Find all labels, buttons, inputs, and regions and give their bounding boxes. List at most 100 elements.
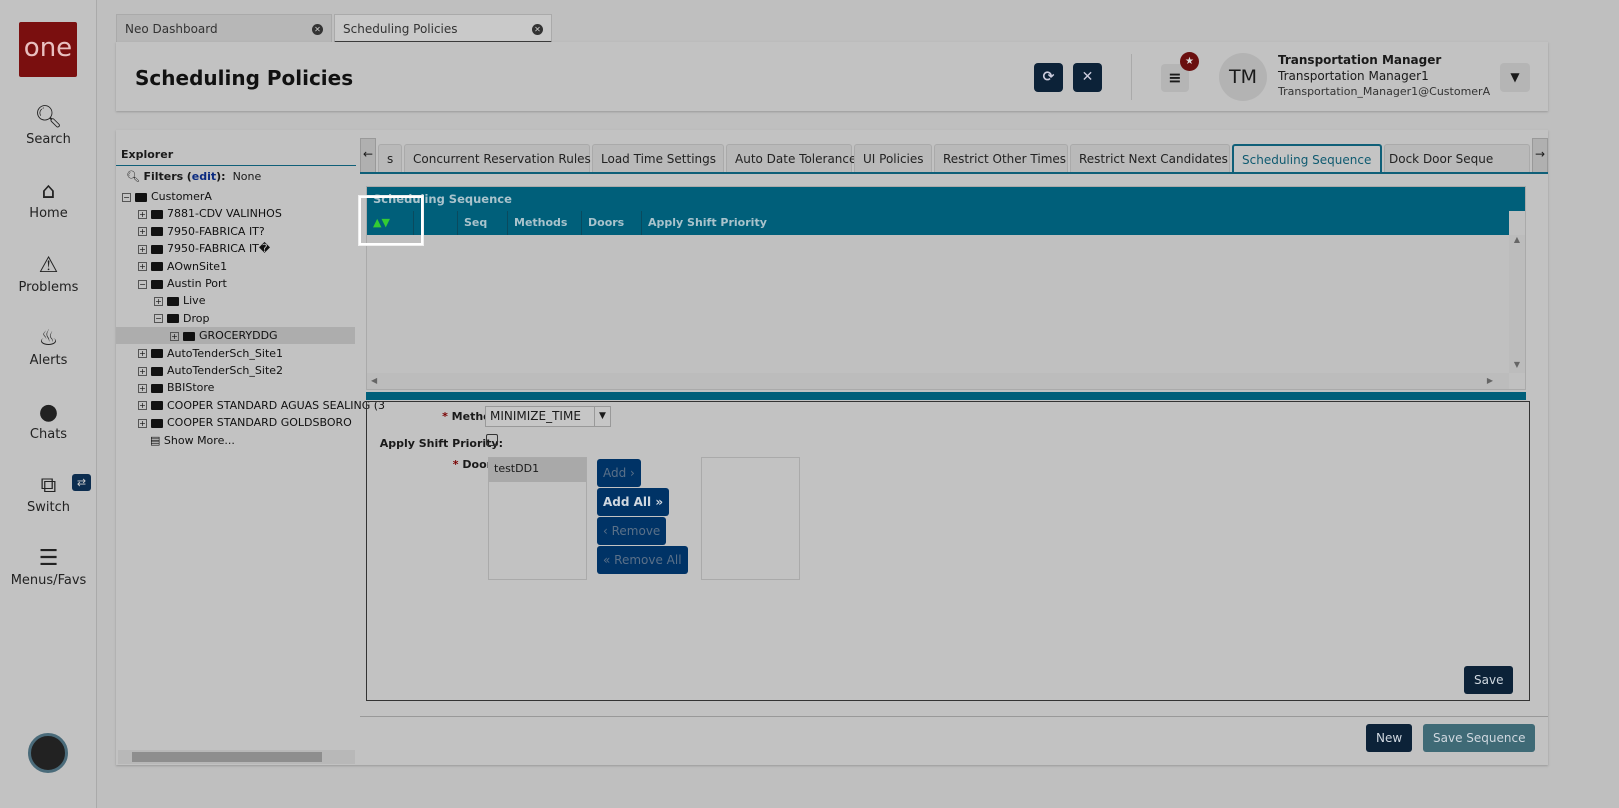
tree-node[interactable]: + BBIStore bbox=[138, 379, 214, 396]
column-header-seq[interactable]: Seq bbox=[457, 211, 507, 235]
tab-policy[interactable]: Restrict Other Times bbox=[934, 144, 1068, 172]
tree-node-label: 7950-FABRICA IT� bbox=[167, 242, 271, 256]
user-email: Transportation_Manager1@CustomerA bbox=[1278, 85, 1491, 98]
sidebar: one 🔍︎ Search ⌂ Home ⚠ Problems ♨ Alerts ● Ch… bbox=[0, 0, 97, 808]
new-button[interactable]: New bbox=[1366, 724, 1413, 752]
folder-icon bbox=[151, 383, 163, 393]
tree-node[interactable]: +7881-CDV VALINHOS bbox=[138, 205, 282, 222]
expand-icon[interactable]: + bbox=[138, 209, 147, 219]
tab-policy[interactable]: Load Time Settings bbox=[592, 144, 724, 172]
apply-shift-priority-checkbox[interactable] bbox=[486, 434, 498, 446]
avatar[interactable]: TM bbox=[1219, 53, 1267, 101]
horizontal-scrollbar[interactable]: ◀ ▶ bbox=[367, 373, 1509, 389]
expand-icon[interactable]: + bbox=[138, 349, 147, 359]
folder-icon bbox=[151, 366, 163, 376]
available-doors-list[interactable]: testDD1 bbox=[488, 457, 587, 580]
arrow-right-icon[interactable]: → bbox=[1532, 138, 1548, 174]
nav-alerts[interactable]: ♨ Alerts bbox=[0, 325, 97, 368]
folder-icon bbox=[151, 209, 163, 219]
tree-node[interactable]: +7950-FABRICA IT? bbox=[138, 223, 265, 240]
tab-label: Scheduling Policies bbox=[343, 22, 458, 36]
tree-node[interactable]: + AutoTenderSch_Site1 bbox=[138, 345, 283, 362]
tree-node-label: Drop bbox=[183, 311, 210, 325]
search-icon: 🔍︎ bbox=[34, 105, 63, 130]
expand-icon[interactable]: + bbox=[138, 383, 147, 393]
highlight-box bbox=[359, 196, 423, 245]
tab-policy[interactable]: Restrict Next Candidates bbox=[1070, 144, 1230, 172]
tab-neo-dashboard[interactable]: Neo Dashboard ✕ bbox=[116, 14, 332, 43]
folder-icon bbox=[151, 227, 163, 237]
chat-icon: ● bbox=[38, 400, 59, 425]
doors-label: * Doors: bbox=[452, 458, 503, 471]
tree-node[interactable]: + Live bbox=[154, 292, 205, 309]
tab-policy[interactable]: Scheduling Sequence bbox=[1232, 144, 1382, 173]
collapse-icon[interactable]: − bbox=[138, 279, 147, 289]
expand-icon[interactable]: + bbox=[138, 262, 147, 272]
user-name: Transportation Manager bbox=[1278, 53, 1442, 67]
tree-node[interactable]: + AutoTenderSch_Site2 bbox=[138, 362, 283, 379]
column-header-apply-shift-priority[interactable]: Apply Shift Priority bbox=[641, 211, 941, 235]
method-select[interactable]: MINIMIZE_TIME ▼ bbox=[485, 406, 611, 427]
page-title: Scheduling Policies bbox=[135, 66, 354, 90]
app-logo[interactable]: one bbox=[19, 22, 77, 77]
close-button[interactable]: ✕ bbox=[1073, 63, 1102, 92]
tree-node[interactable]: − Austin Port bbox=[138, 275, 227, 292]
expand-icon[interactable]: + bbox=[170, 331, 179, 341]
tree-node[interactable]: − CustomerA bbox=[122, 188, 212, 205]
door-option[interactable]: testDD1 bbox=[489, 458, 586, 482]
save-sequence-button[interactable]: Save Sequence bbox=[1423, 724, 1536, 752]
close-icon[interactable]: ✕ bbox=[312, 24, 323, 35]
collapse-icon[interactable]: − bbox=[122, 192, 131, 202]
bell-icon: ♨ bbox=[38, 326, 59, 351]
tree-node[interactable]: − Drop bbox=[154, 310, 209, 327]
expand-icon[interactable]: + bbox=[138, 401, 147, 411]
tree-node[interactable]: ▤ Show More... bbox=[150, 432, 235, 449]
apply-shift-priority-label: Apply Shift Priority: bbox=[379, 437, 503, 450]
chevron-down-icon[interactable]: ▼ bbox=[1500, 63, 1530, 92]
tab-policy[interactable]: UI Policies bbox=[854, 144, 932, 172]
remove-all-button[interactable]: « Remove All bbox=[597, 546, 688, 574]
add-all-button[interactable]: Add All » bbox=[597, 488, 670, 516]
tree-node[interactable]: +7950-FABRICA IT� bbox=[138, 240, 270, 257]
nav-menus-favs[interactable]: ☰ Menus/Favs bbox=[0, 545, 97, 588]
tree-node[interactable]: + COOPER STANDARD GOLDSBORO bbox=[138, 414, 352, 431]
tab-policy[interactable]: Dock Door Seque bbox=[1384, 144, 1530, 172]
selected-doors-list[interactable] bbox=[701, 457, 800, 580]
expand-icon[interactable]: + bbox=[138, 418, 147, 428]
horizontal-scrollbar[interactable] bbox=[118, 750, 355, 764]
nav-search[interactable]: 🔍︎ Search bbox=[0, 104, 97, 147]
vertical-scrollbar[interactable]: ▲ ▼ bbox=[1509, 235, 1525, 373]
column-header-doors[interactable]: Doors bbox=[581, 211, 641, 235]
nav-problems[interactable]: ⚠ Problems bbox=[0, 252, 97, 295]
refresh-button[interactable]: ⟳ bbox=[1034, 63, 1063, 92]
nav-chats[interactable]: ● Chats bbox=[0, 399, 97, 442]
expand-icon[interactable]: + bbox=[138, 227, 147, 237]
divider bbox=[1131, 54, 1132, 100]
close-icon[interactable]: ✕ bbox=[532, 24, 543, 35]
add-button[interactable]: Add › bbox=[597, 459, 641, 487]
tab-policy[interactable]: s bbox=[378, 144, 402, 172]
arrow-left-icon[interactable]: ← bbox=[360, 138, 376, 174]
expand-icon[interactable]: + bbox=[138, 366, 147, 376]
expand-icon[interactable]: + bbox=[154, 296, 163, 306]
save-button[interactable]: Save bbox=[1464, 666, 1514, 694]
tree-node[interactable]: + COOPER STANDARD AGUAS SEALING (3 bbox=[138, 397, 385, 414]
folder-icon bbox=[151, 418, 163, 428]
expand-icon[interactable]: + bbox=[138, 244, 147, 254]
tree-node[interactable]: + AOwnSite1 bbox=[138, 258, 227, 275]
tab-policy[interactable]: Auto Date Tolerance bbox=[726, 144, 856, 172]
collapse-icon[interactable]: − bbox=[154, 314, 163, 324]
tree-node[interactable]: + GROCERYDDG bbox=[170, 327, 278, 344]
nav-home[interactable]: ⌂ Home bbox=[0, 178, 97, 221]
remove-button[interactable]: ‹ Remove bbox=[597, 517, 667, 545]
method-value: MINIMIZE_TIME bbox=[490, 409, 581, 423]
folder-icon bbox=[167, 296, 179, 306]
nav-label: Problems bbox=[18, 280, 79, 295]
column-header-methods[interactable]: Methods bbox=[507, 211, 581, 235]
tab-scheduling-policies[interactable]: Scheduling Policies ✕ bbox=[334, 14, 552, 43]
assistant-avatar[interactable] bbox=[28, 733, 68, 773]
explorer-title: Explorer bbox=[121, 148, 174, 161]
filters-edit-link[interactable]: edit bbox=[192, 170, 216, 183]
tab-policy[interactable]: Concurrent Reservation Rules bbox=[404, 144, 591, 172]
nav-label: Alerts bbox=[29, 353, 68, 368]
